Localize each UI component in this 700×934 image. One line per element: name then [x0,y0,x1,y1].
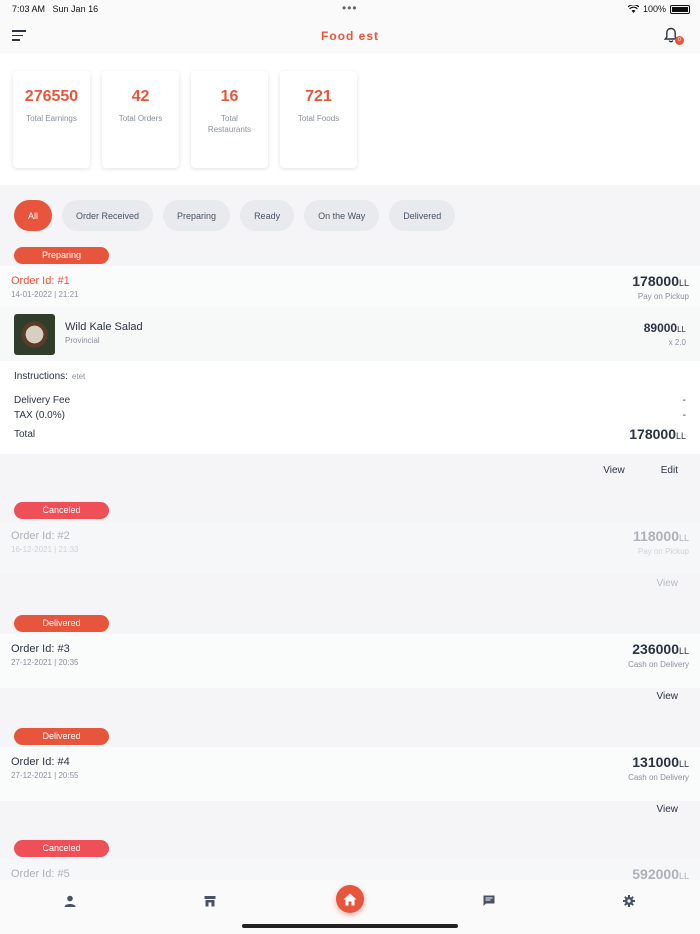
filter-chip-ready[interactable]: Ready [240,200,295,231]
order-date: 27-12-2021 | 20:55 [11,771,79,780]
payment-method: Cash on Delivery [628,773,689,782]
order-actions-2: View [657,578,700,589]
filter-chip-preparing[interactable]: Preparing [163,200,231,231]
home-button[interactable] [336,885,364,913]
status-badge: Delivered [14,615,109,632]
multitasking-dots-icon[interactable]: ••• [342,1,358,15]
battery-percent: 100% [642,4,666,14]
view-button[interactable]: View [657,578,679,589]
order-id: Order Id: #1 [11,275,70,287]
order-header-3[interactable]: Order Id: #3 27-12-2021 | 20:35 236000LL… [0,634,700,688]
edit-button[interactable]: Edit [661,465,678,476]
delivery-fee-row: Delivery Fee - [14,395,686,406]
order-item-row: Wild Kale Salad Provincial 89000LL x 2.0 [0,307,700,361]
item-category: Provincial [65,336,100,345]
order-id: Order Id: #2 [11,530,70,542]
order-date: 16-12-2021 | 21:33 [11,545,79,554]
order-price: 178000LL [632,273,689,289]
status-time: 7:03 AM Sun Jan 16 [12,4,99,14]
order-date: 27-12-2021 | 20:35 [11,658,79,667]
status-badge: Canceled [14,502,109,519]
order-price: 236000LL [632,641,689,657]
status-bar: 7:03 AM Sun Jan 16 ••• 100% [0,0,700,18]
app-header: Food est 0 [0,18,700,54]
order-id: Order Id: #4 [11,756,70,768]
payment-method: Pay on Pickup [637,547,689,556]
instructions: Instructions: etet [14,371,86,382]
view-button[interactable]: View [603,465,625,476]
filter-chip-all[interactable]: All [14,200,52,231]
filter-chip-delivered[interactable]: Delivered [389,200,456,231]
view-button[interactable]: View [657,804,679,815]
status-badge: Canceled [14,840,109,857]
stat-card-restaurants: 16 Total Restaurants [191,71,268,168]
stat-label: Total Orders [118,114,163,123]
filter-chip-order-received[interactable]: Order Received [62,200,154,231]
filter-chip-on-the-way[interactable]: On the Way [304,200,380,231]
notification-bell-icon[interactable]: 0 [663,27,684,45]
battery-icon [670,4,690,14]
app-title: Food est [321,29,379,43]
order-date: 14-01-2022 | 21:21 [11,290,79,299]
item-name: Wild Kale Salad [65,321,143,333]
status-badge: Delivered [14,728,109,745]
stat-card-orders: 42 Total Orders [102,71,179,168]
stat-value: 42 [131,88,150,105]
stat-value: 721 [305,88,332,105]
order-details: Instructions: etet Delivery Fee - TAX (0.0… [0,361,700,454]
total-row: Total 178000LL [14,426,686,442]
view-button[interactable]: View [657,691,679,702]
stat-card-earnings: 276550 Total Earnings [13,71,90,168]
item-quantity: x 2.0 [668,338,686,347]
order-actions-4: View [657,804,700,815]
status-right: 100% [627,4,690,14]
order-header-2[interactable]: Order Id: #2 16-12-2021 | 21:33 118000LL… [0,521,700,575]
status-filter-chips: All Order Received Preparing Ready On th… [14,200,456,231]
stat-label: Total Earnings [26,114,77,123]
stat-value: 276550 [24,88,79,105]
stat-label: Total Foods [297,114,340,123]
payment-method: Pay on Pickup [637,292,689,301]
stats-section: 276550 Total Earnings 42 Total Orders 16… [0,54,700,185]
status-badge: Preparing [14,247,109,264]
order-header-4[interactable]: Order Id: #4 27-12-2021 | 20:55 131000LL… [0,747,700,801]
order-price: 131000LL [632,754,689,770]
stat-value: 16 [220,88,239,105]
item-price: 89000LL [643,321,686,335]
order-actions-3: View [657,691,700,702]
food-thumbnail [14,314,55,355]
order-id: Order Id: #3 [11,643,70,655]
home-icon [343,893,357,905]
stat-card-foods: 721 Total Foods [280,71,357,168]
profile-icon[interactable] [64,895,76,907]
stat-label: Total Restaurants [207,114,252,134]
home-indicator[interactable] [242,924,458,928]
chat-icon[interactable] [483,895,495,907]
tax-row: TAX (0.0%) - [14,410,686,421]
notification-badge: 0 [675,36,684,45]
order-id: Order Id: #5 [11,868,70,880]
payment-method: Cash on Delivery [628,660,689,669]
order-actions-1: View Edit [603,465,700,476]
settings-gear-icon[interactable] [623,895,635,907]
order-price: 118000LL [633,528,689,544]
wifi-icon [627,5,639,13]
store-icon[interactable] [204,895,216,907]
